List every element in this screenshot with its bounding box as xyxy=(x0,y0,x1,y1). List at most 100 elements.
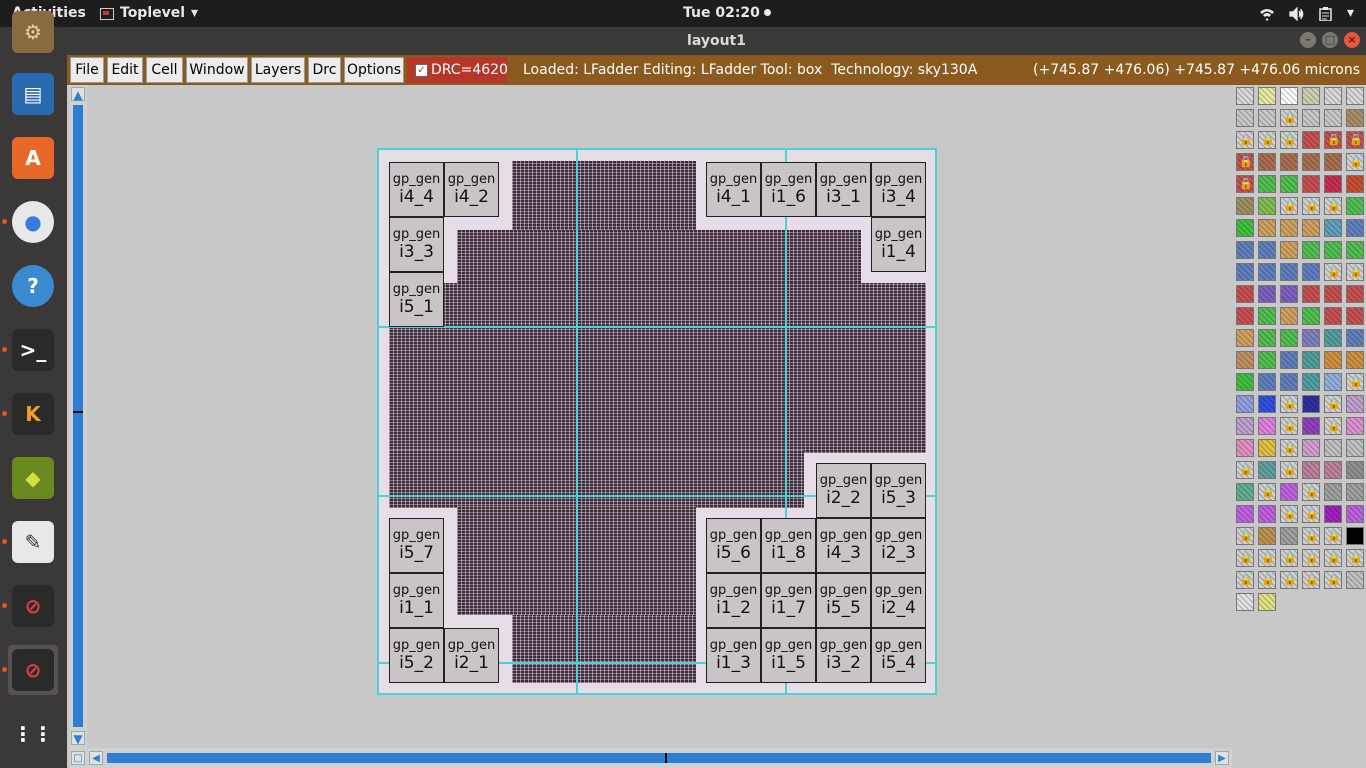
layer-swatch[interactable]: 🔒 xyxy=(1324,197,1342,215)
layer-swatch[interactable] xyxy=(1324,351,1342,369)
layer-swatch[interactable] xyxy=(1302,351,1320,369)
layer-swatch[interactable] xyxy=(1324,483,1342,501)
cell-instance[interactable]: gp_gen i1_4 xyxy=(871,217,926,272)
layer-swatch[interactable] xyxy=(1346,483,1364,501)
magic-window-icon[interactable]: ⊘ xyxy=(8,581,58,631)
layer-swatch[interactable] xyxy=(1346,571,1364,589)
layer-swatch[interactable]: 🔒 xyxy=(1280,571,1298,589)
cell-instance[interactable]: gp_gen i1_8 xyxy=(761,518,816,573)
vertical-scroll-trough[interactable] xyxy=(73,105,83,727)
layer-swatch[interactable] xyxy=(1302,175,1320,193)
cell-instance[interactable]: gp_gen i5_5 xyxy=(816,573,871,628)
chrome-icon[interactable]: ● xyxy=(8,197,58,247)
layer-swatch[interactable]: 🔒 xyxy=(1346,373,1364,391)
drc-checkbox[interactable]: ✓ xyxy=(415,64,428,77)
layer-swatch[interactable]: 🔒 xyxy=(1258,571,1276,589)
layer-swatch[interactable]: 🔒 xyxy=(1236,153,1254,171)
cell-instance[interactable]: gp_gen i2_2 xyxy=(816,463,871,518)
layer-swatch[interactable] xyxy=(1236,87,1254,105)
scroll-up-arrow-icon[interactable]: ▲ xyxy=(71,87,85,102)
terminal-icon[interactable]: >_ xyxy=(8,325,58,375)
layer-swatch[interactable] xyxy=(1236,395,1254,413)
layer-swatch[interactable]: 🔒 xyxy=(1346,131,1364,149)
layer-swatch[interactable]: 🔒 xyxy=(1302,527,1320,545)
cell-instance[interactable]: gp_gen i2_1 xyxy=(444,628,499,683)
layer-swatch[interactable] xyxy=(1302,131,1320,149)
layer-swatch[interactable]: 🔒 xyxy=(1302,571,1320,589)
close-button[interactable]: × xyxy=(1344,32,1360,48)
layer-swatch[interactable] xyxy=(1324,241,1342,259)
layer-swatch[interactable]: 🔒 xyxy=(1324,417,1342,435)
layer-swatch[interactable] xyxy=(1258,395,1276,413)
layer-swatch[interactable]: 🔒 xyxy=(1280,131,1298,149)
layer-swatch[interactable] xyxy=(1280,527,1298,545)
layer-swatch[interactable] xyxy=(1236,329,1254,347)
layer-swatch[interactable] xyxy=(1346,505,1364,523)
layer-swatch[interactable]: 🔒 xyxy=(1280,461,1298,479)
layer-swatch[interactable] xyxy=(1324,307,1342,325)
horizontal-scroll-trough[interactable] xyxy=(107,753,1211,763)
layer-swatch[interactable]: 🔒 xyxy=(1302,483,1320,501)
layer-swatch[interactable] xyxy=(1302,395,1320,413)
layer-swatch[interactable] xyxy=(1280,219,1298,237)
layer-swatch[interactable] xyxy=(1236,285,1254,303)
layer-swatch[interactable] xyxy=(1346,527,1364,545)
layer-swatch[interactable] xyxy=(1346,285,1364,303)
layer-swatch[interactable] xyxy=(1280,329,1298,347)
layer-swatch[interactable] xyxy=(1346,197,1364,215)
layer-swatch[interactable]: 🔒 xyxy=(1302,505,1320,523)
layer-swatch[interactable]: 🔒 xyxy=(1280,417,1298,435)
cell-instance[interactable]: gp_gen i2_4 xyxy=(871,573,926,628)
layer-swatch[interactable] xyxy=(1236,439,1254,457)
layer-swatch[interactable]: 🔒 xyxy=(1258,549,1276,567)
cell-instance[interactable]: gp_gen i5_4 xyxy=(871,628,926,683)
cell-instance[interactable]: gp_gen i1_6 xyxy=(761,162,816,217)
lfadder-layout[interactable]: gp_gen i4_4 gp_gen i4_2 gp_gen i3_3 gp_gen i5_1… xyxy=(377,148,937,695)
cell-instance[interactable]: gp_gen i1_5 xyxy=(761,628,816,683)
layer-swatch[interactable] xyxy=(1346,307,1364,325)
layer-swatch[interactable] xyxy=(1302,461,1320,479)
cell-instance[interactable]: gp_gen i3_2 xyxy=(816,628,871,683)
layer-swatch[interactable] xyxy=(1302,417,1320,435)
layer-swatch[interactable] xyxy=(1258,109,1276,127)
cell-instance[interactable]: gp_gen i4_1 xyxy=(706,162,761,217)
cell-instance[interactable]: gp_gen i4_4 xyxy=(389,162,444,217)
layer-swatch[interactable] xyxy=(1236,197,1254,215)
layer-swatch[interactable] xyxy=(1346,109,1364,127)
layer-swatch[interactable] xyxy=(1302,153,1320,171)
scroll-left-arrow-icon[interactable]: ◀ xyxy=(89,751,103,765)
layer-swatch[interactable] xyxy=(1324,87,1342,105)
menu-cell[interactable]: Cell xyxy=(146,57,183,83)
layer-swatch[interactable] xyxy=(1346,241,1364,259)
layer-swatch[interactable] xyxy=(1236,483,1254,501)
layer-swatch[interactable] xyxy=(1236,417,1254,435)
cell-instance[interactable]: gp_gen i4_2 xyxy=(444,162,499,217)
layer-swatch[interactable]: 🔒 xyxy=(1236,549,1254,567)
layer-swatch[interactable]: 🔒 xyxy=(1280,439,1298,457)
layer-swatch[interactable] xyxy=(1258,175,1276,193)
cell-instance[interactable]: gp_gen i3_4 xyxy=(871,162,926,217)
layer-swatch[interactable]: 🔒 xyxy=(1324,395,1342,413)
vertical-scrollbar[interactable]: ▲ ▼ xyxy=(69,85,87,748)
layer-swatch[interactable] xyxy=(1258,527,1276,545)
layer-swatch[interactable]: 🔒 xyxy=(1346,153,1364,171)
cell-instance[interactable]: gp_gen i3_3 xyxy=(389,217,444,272)
layer-swatch[interactable] xyxy=(1346,175,1364,193)
cell-instance[interactable]: gp_gen i5_6 xyxy=(706,518,761,573)
app-menu-button[interactable]: Toplevel ▾ xyxy=(100,0,198,27)
menu-drc[interactable]: Drc xyxy=(308,57,341,83)
cell-instance[interactable]: gp_gen i5_3 xyxy=(871,463,926,518)
app-icon-generic[interactable]: ⚙ xyxy=(8,7,58,57)
layer-swatch[interactable] xyxy=(1302,373,1320,391)
maximize-button[interactable]: □ xyxy=(1322,32,1338,48)
layer-swatch[interactable] xyxy=(1302,307,1320,325)
layer-swatch[interactable] xyxy=(1258,439,1276,457)
layer-swatch[interactable] xyxy=(1258,593,1276,611)
layer-swatch[interactable] xyxy=(1258,373,1276,391)
layer-swatch[interactable] xyxy=(1324,219,1342,237)
layer-swatch[interactable] xyxy=(1280,285,1298,303)
layer-swatch[interactable] xyxy=(1302,329,1320,347)
system-tray[interactable]: ▾ xyxy=(1259,0,1354,27)
layer-swatch[interactable]: 🔒 xyxy=(1280,549,1298,567)
layer-swatch[interactable] xyxy=(1346,439,1364,457)
